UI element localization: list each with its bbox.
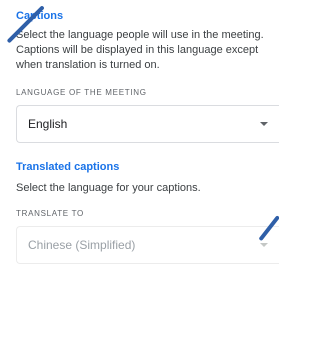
translate-to-select[interactable]: Chinese (Simplified) — [16, 226, 279, 264]
captions-settings-panel: Captions Select the language people will… — [0, 0, 279, 348]
meeting-language-value: English — [28, 117, 68, 131]
caret-down-icon — [260, 243, 268, 247]
captions-description: Select the language people will use in t… — [16, 29, 264, 71]
meeting-language-label: LANGUAGE OF THE MEETING — [16, 88, 147, 97]
translated-captions-heading: Translated captions — [16, 161, 120, 173]
meeting-language-select[interactable]: English — [16, 105, 279, 143]
translated-captions-description: Select the language for your captions. — [16, 182, 201, 194]
caret-down-icon — [260, 122, 268, 126]
translate-to-label: TRANSLATE TO — [16, 209, 84, 218]
translate-to-value: Chinese (Simplified) — [28, 238, 136, 252]
